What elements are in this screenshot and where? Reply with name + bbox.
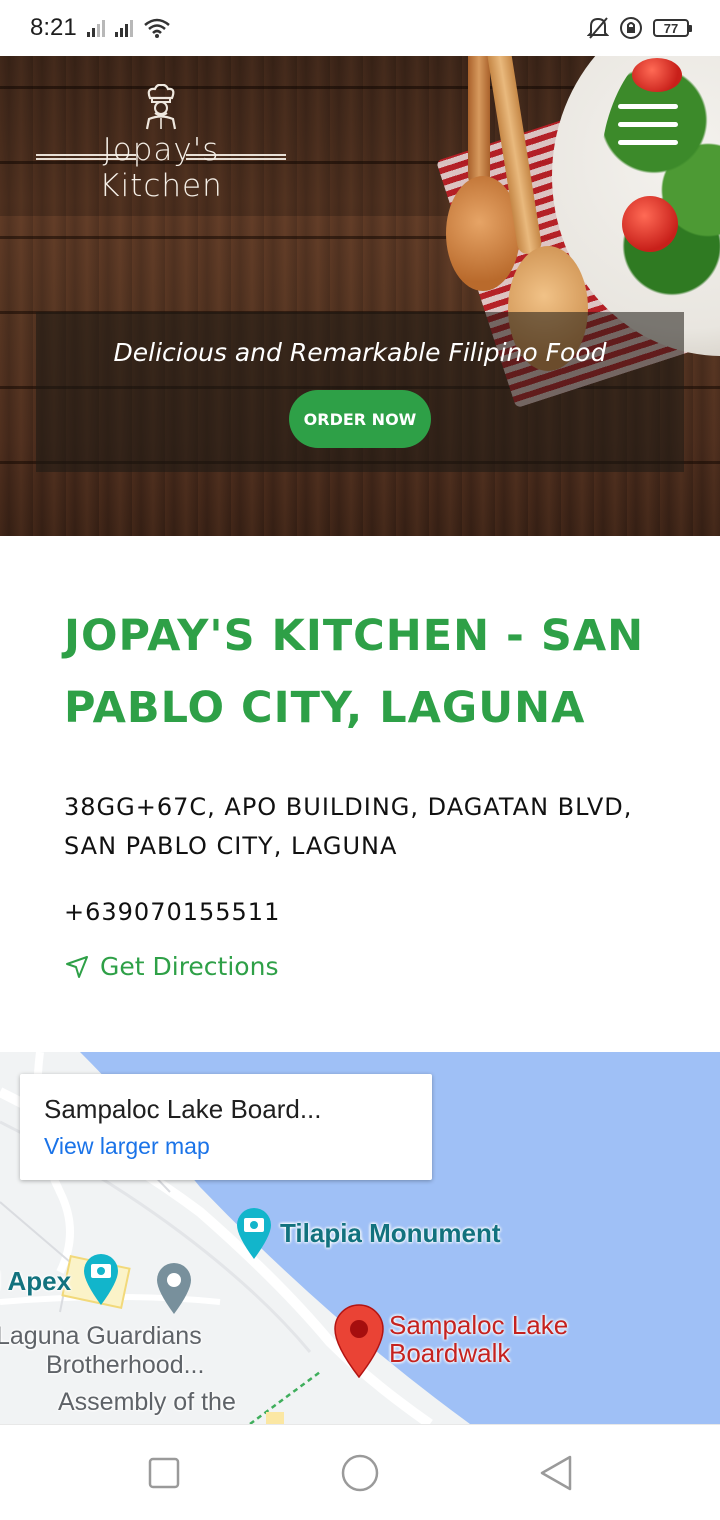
map-info-card: Sampaloc Lake Board... View larger map [20, 1074, 432, 1180]
battery-icon: 77 [653, 19, 692, 37]
map-label-apex[interactable]: l Apex [0, 1266, 71, 1297]
status-time: 8:21 [30, 14, 77, 41]
status-left: 8:21 [30, 14, 171, 42]
map-pin-boardwalk[interactable] [332, 1302, 386, 1379]
address-line-2: SAN PABLO CITY, LAGUNA [64, 832, 398, 860]
get-directions-link[interactable]: Get Directions [64, 952, 664, 981]
order-now-button[interactable]: ORDER NOW [289, 390, 431, 448]
home-button[interactable] [338, 1453, 379, 1493]
camera-pin-icon [84, 1254, 118, 1305]
lock-rotation-icon [620, 17, 642, 39]
promo-panel: Delicious and Remarkable Filipino Food O… [36, 312, 684, 472]
hero-banner: Jopay's Kitchen Delicious and Remarkable… [0, 56, 720, 536]
tomato-image [632, 58, 682, 92]
store-address: 38GG+67C, APO BUILDING, DAGATAN BLVD, SA… [64, 788, 664, 866]
bell-off-icon [587, 17, 609, 39]
map-card-title: Sampaloc Lake Board... [44, 1094, 322, 1124]
battery-level: 77 [653, 19, 689, 37]
directions-label: Get Directions [100, 952, 279, 981]
store-title: JOPAY'S KITCHEN - SAN PABLO CITY, LAGUNA [64, 611, 645, 733]
tomato-image [622, 196, 678, 252]
map-label-boardwalk-2[interactable]: Boardwalk [389, 1338, 510, 1369]
map-pin-apex[interactable] [80, 1250, 122, 1306]
location-info: JOPAY'S KITCHEN - SAN PABLO CITY, LAGUNA… [64, 600, 664, 981]
triangle-back-icon [540, 1455, 572, 1491]
wifi-icon [143, 18, 170, 38]
signal-2-icon [114, 19, 133, 37]
map-pin-tilapia[interactable] [233, 1204, 275, 1260]
circle-icon [341, 1454, 379, 1492]
red-marker-icon [334, 1304, 384, 1379]
system-nav-bar [0, 1424, 720, 1520]
view-larger-map-link[interactable]: View larger map [44, 1133, 408, 1160]
map-label-assembly[interactable]: Assembly of the [58, 1388, 236, 1417]
recent-apps-button[interactable] [144, 1453, 184, 1493]
status-bar: 8:21 77 [0, 0, 720, 56]
square-icon [148, 1457, 180, 1489]
map-pin-guardians[interactable] [153, 1259, 195, 1315]
location-pin-icon [157, 1263, 191, 1314]
logo-text: Jopay's Kitchen [99, 132, 223, 204]
map-label-boardwalk-1[interactable]: Sampaloc Lake [389, 1310, 568, 1341]
embedded-map[interactable]: Tilapia Monument l Apex Laguna Guardians… [0, 1052, 720, 1424]
chef-icon [145, 84, 177, 130]
hero-tagline: Delicious and Remarkable Filipino Food [113, 338, 607, 367]
back-button[interactable] [536, 1453, 576, 1493]
status-right: 77 [587, 16, 692, 40]
hamburger-menu-button[interactable] [618, 104, 680, 148]
store-phone[interactable]: +639070155511 [64, 898, 664, 926]
camera-pin-icon [237, 1208, 271, 1259]
address-line-1: 38GG+67C, APO BUILDING, DAGATAN BLVD, [64, 793, 633, 821]
map-label-guardians-2[interactable]: Brotherhood... [46, 1351, 204, 1380]
navigation-arrow-icon [66, 955, 88, 978]
signal-1-icon [86, 19, 105, 37]
map-label-tilapia[interactable]: Tilapia Monument [280, 1218, 501, 1249]
map-label-guardians-1[interactable]: Laguna Guardians [0, 1322, 202, 1351]
